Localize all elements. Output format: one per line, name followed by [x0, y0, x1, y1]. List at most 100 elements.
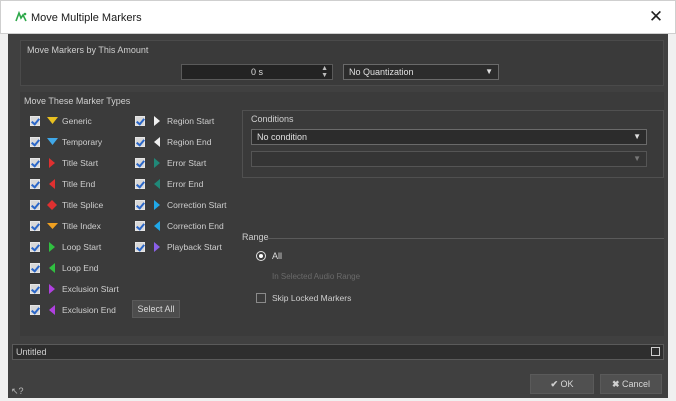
checkbox-exclusion-start[interactable] — [30, 284, 40, 294]
checkbox-temporary[interactable] — [30, 137, 40, 147]
chevron-down-icon: ▼ — [633, 132, 641, 141]
range-selected-label: In Selected Audio Range — [272, 272, 361, 281]
correction-start-icon — [151, 200, 163, 210]
checkmark-icon: ✔ — [550, 379, 558, 389]
help-arrow-icon: ↖ — [11, 386, 19, 396]
marker-type-correction-start[interactable]: Correction Start — [135, 198, 227, 212]
title-end-icon — [46, 179, 58, 189]
close-icon: ✖ — [611, 379, 620, 389]
quantization-dropdown[interactable]: No Quantization ▼ — [343, 64, 499, 80]
condition-dropdown[interactable]: No condition ▼ — [251, 129, 647, 145]
marker-type-error-end[interactable]: Error End — [135, 177, 203, 191]
marker-type-title-splice[interactable]: Title Splice — [30, 198, 103, 212]
marker-type-label: Loop Start — [62, 242, 102, 252]
close-button[interactable]: ✕ — [647, 8, 665, 26]
region-start-icon — [151, 116, 163, 126]
skip-locked-option[interactable]: Skip Locked Markers — [256, 291, 351, 305]
conditions-group: Conditions No condition ▼ ▼ — [242, 110, 664, 178]
marker-type-label: Temporary — [62, 137, 103, 147]
range-selected-option[interactable]: In Selected Audio Range — [256, 272, 360, 281]
chevron-down-icon: ▼ — [485, 67, 493, 76]
cancel-label: Cancel — [622, 379, 651, 389]
checkbox-title-splice[interactable] — [30, 200, 40, 210]
marker-type-label: Region End — [167, 137, 212, 147]
conditions-heading: Conditions — [251, 114, 294, 124]
marker-type-correction-end[interactable]: Correction End — [135, 219, 224, 233]
marker-type-generic[interactable]: Generic — [30, 114, 92, 128]
checkbox-error-end[interactable] — [135, 179, 145, 189]
select-all-button[interactable]: Select All — [132, 300, 180, 318]
marker-type-exclusion-start[interactable]: Exclusion Start — [30, 282, 119, 296]
checkbox-loop-end[interactable] — [30, 263, 40, 273]
skip-locked-checkbox[interactable] — [256, 293, 266, 303]
checkbox-title-index[interactable] — [30, 221, 40, 231]
marker-type-playback-start[interactable]: Playback Start — [135, 240, 222, 254]
range-divider — [268, 238, 664, 239]
preset-name-field[interactable]: Untitled — [12, 344, 664, 360]
title-start-icon — [46, 158, 58, 168]
preset-browse-icon[interactable] — [651, 347, 660, 356]
range-all-radio[interactable] — [256, 251, 266, 261]
range-all-label: All — [272, 251, 283, 261]
marker-type-error-start[interactable]: Error Start — [135, 156, 206, 170]
marker-type-temporary[interactable]: Temporary — [30, 135, 102, 149]
checkbox-generic[interactable] — [30, 116, 40, 126]
marker-type-label: Region Start — [167, 116, 215, 126]
checkbox-correction-end[interactable] — [135, 221, 145, 231]
checkbox-title-start[interactable] — [30, 158, 40, 168]
marker-type-title-index[interactable]: Title Index — [30, 219, 101, 233]
move-amount-heading: Move Markers by This Amount — [27, 45, 149, 55]
help-icon[interactable]: ↖? — [11, 386, 24, 397]
offset-value: 0 s — [250, 67, 263, 77]
cancel-button[interactable]: ✖ Cancel — [600, 374, 662, 394]
marker-type-exclusion-end[interactable]: Exclusion End — [30, 303, 116, 317]
marker-type-label: Title End — [62, 179, 96, 189]
checkbox-region-end[interactable] — [135, 137, 145, 147]
exclusion-end-icon — [46, 305, 58, 315]
title-splice-icon — [46, 200, 58, 210]
marker-type-title-end[interactable]: Title End — [30, 177, 95, 191]
condition-secondary-dropdown[interactable]: ▼ — [251, 151, 647, 167]
checkbox-loop-start[interactable] — [30, 242, 40, 252]
window-title: Move Multiple Markers — [31, 12, 142, 24]
loop-end-icon — [46, 263, 58, 273]
error-start-icon — [151, 158, 163, 168]
error-end-icon — [151, 179, 163, 189]
marker-types-heading: Move These Marker Types — [24, 96, 131, 106]
exclusion-start-icon — [46, 284, 58, 294]
quantization-value: No Quantization — [349, 67, 414, 77]
title-bar: Move Multiple Markers ✕ — [0, 0, 676, 34]
marker-type-loop-end[interactable]: Loop End — [30, 261, 98, 275]
help-label: ? — [18, 386, 24, 396]
title-index-icon — [46, 221, 58, 231]
marker-type-label: Correction Start — [167, 200, 227, 210]
loop-start-icon — [46, 242, 58, 252]
marker-type-label: Playback Start — [167, 242, 222, 252]
marker-type-label: Loop End — [62, 263, 99, 273]
checkbox-correction-start[interactable] — [135, 200, 145, 210]
range-heading: Range — [242, 232, 269, 242]
temporary-marker-icon — [46, 137, 58, 147]
ok-label: OK — [560, 379, 574, 389]
marker-type-label: Title Splice — [62, 200, 104, 210]
checkbox-region-start[interactable] — [135, 116, 145, 126]
marker-type-label: Title Start — [62, 158, 99, 168]
checkbox-playback-start[interactable] — [135, 242, 145, 252]
dialog-body: Move Markers by This Amount 0 s ▲ ▼ No Qu… — [8, 34, 668, 398]
range-all-option[interactable]: All — [256, 251, 282, 261]
marker-type-title-start[interactable]: Title Start — [30, 156, 98, 170]
marker-type-label: Error End — [167, 179, 204, 189]
chevron-down-icon: ▼ — [633, 154, 641, 163]
marker-type-region-start[interactable]: Region Start — [135, 114, 214, 128]
checkbox-title-end[interactable] — [30, 179, 40, 189]
marker-type-loop-start[interactable]: Loop Start — [30, 240, 101, 254]
wavelab-app-icon — [15, 11, 27, 22]
ok-button[interactable]: ✔ OK — [530, 374, 594, 394]
move-amount-panel: Move Markers by This Amount 0 s ▲ ▼ No Qu… — [20, 40, 664, 86]
marker-type-label: Correction End — [167, 221, 224, 231]
offset-spinbox[interactable]: 0 s ▲ ▼ — [181, 64, 333, 80]
checkbox-error-start[interactable] — [135, 158, 145, 168]
marker-type-region-end[interactable]: Region End — [135, 135, 211, 149]
checkbox-exclusion-end[interactable] — [30, 305, 40, 315]
spin-arrows-icon[interactable]: ▲ ▼ — [321, 65, 328, 79]
